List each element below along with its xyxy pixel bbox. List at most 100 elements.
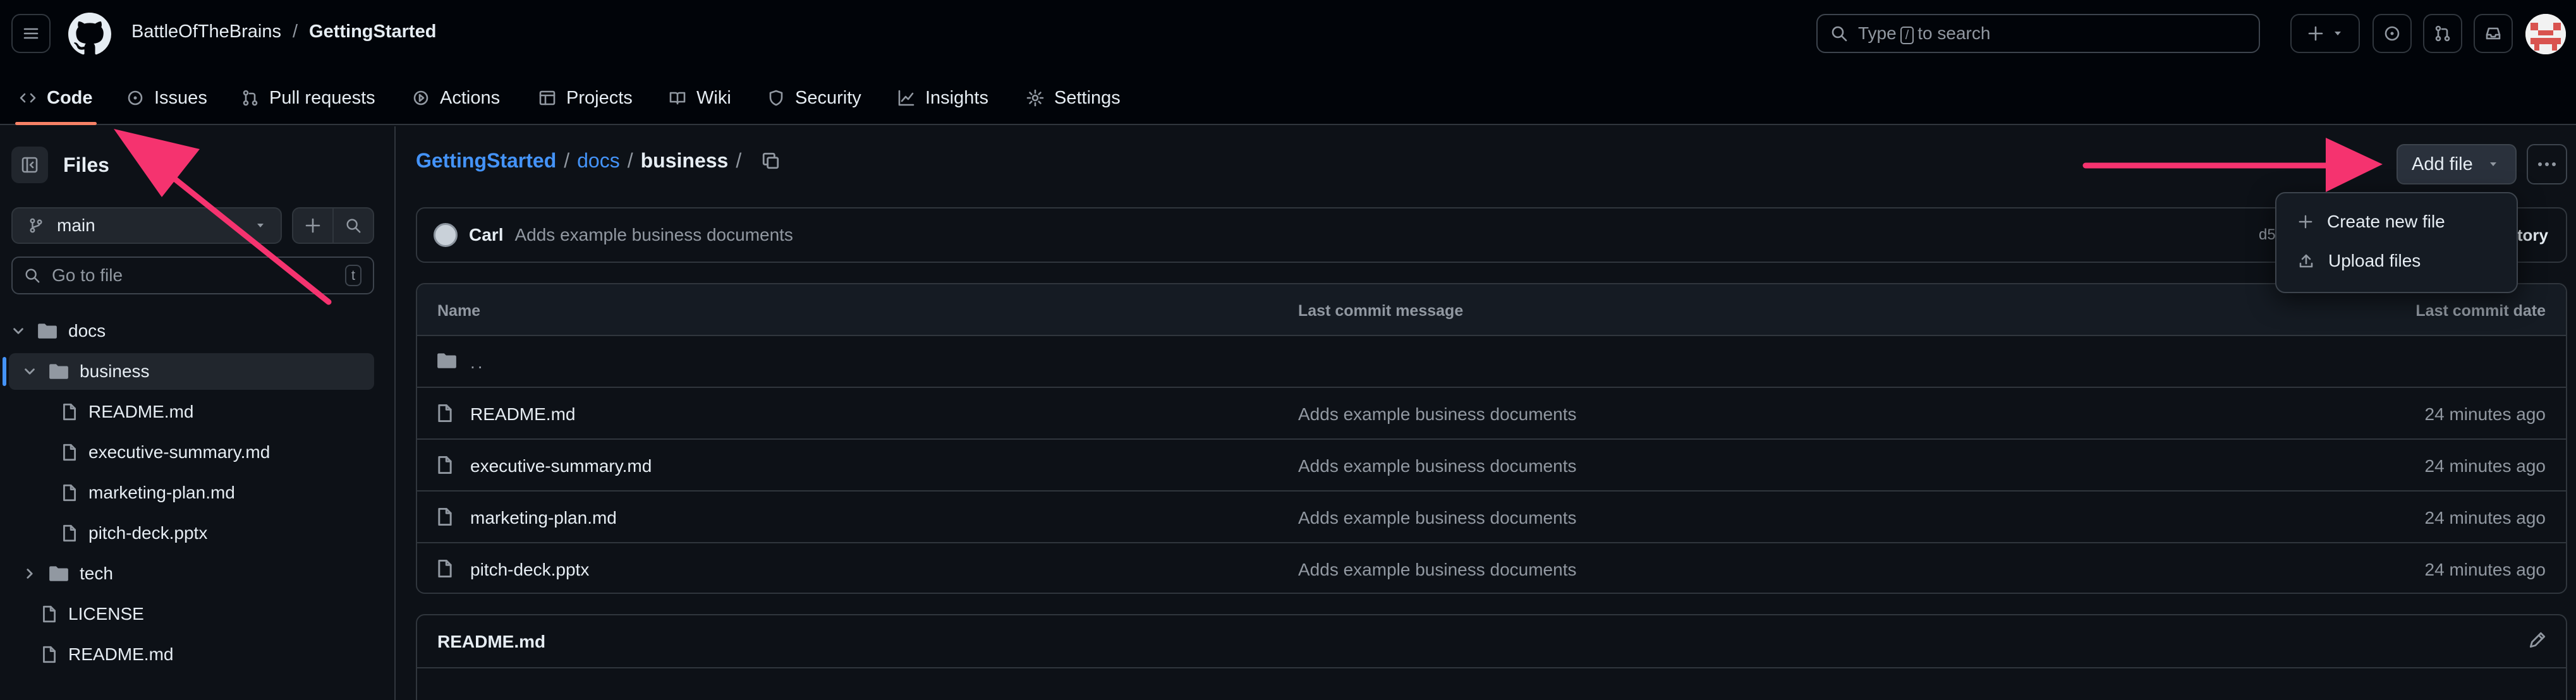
- your-pull-requests-button[interactable]: [2423, 14, 2462, 53]
- tree-item-business-readme[interactable]: README.md: [9, 394, 374, 430]
- parent-directory-label: ..: [470, 353, 485, 372]
- tab-actions[interactable]: Actions: [412, 71, 500, 125]
- menu-icon: [23, 28, 39, 39]
- search-icon: [1832, 26, 1847, 42]
- pencil-icon: [2529, 632, 2546, 648]
- add-file-button[interactable]: Add file: [2397, 144, 2517, 184]
- github-logo-icon[interactable]: [68, 13, 111, 56]
- files-title: Files: [63, 153, 109, 176]
- tree-item-business[interactable]: business: [3, 353, 374, 390]
- tab-code[interactable]: Code: [15, 71, 96, 125]
- your-issues-button[interactable]: [2372, 14, 2412, 53]
- file-icon: [63, 444, 76, 461]
- readme-title[interactable]: README.md: [437, 632, 545, 652]
- file-icon: [63, 484, 76, 502]
- add-file-dropdown-menu: Create new file Upload files: [2275, 192, 2518, 293]
- file-commit-message[interactable]: Adds example business documents: [1298, 560, 1576, 580]
- tree-item-pitch-deck[interactable]: pitch-deck.pptx: [9, 515, 374, 552]
- tree-item-marketing-plan[interactable]: marketing-plan.md: [9, 474, 374, 511]
- table-icon: [539, 90, 556, 106]
- table-row[interactable]: pitch-deck.pptx Adds example business do…: [417, 543, 2566, 593]
- tree-item-label: marketing-plan.md: [88, 483, 235, 502]
- book-icon: [669, 92, 686, 105]
- go-to-file-input[interactable]: Go to file t: [11, 256, 374, 294]
- search-input[interactable]: Type / to search: [1816, 14, 2260, 53]
- file-commit-message[interactable]: Adds example business documents: [1298, 456, 1576, 476]
- tree-item-tech[interactable]: tech: [9, 555, 374, 592]
- commit-hash[interactable]: d5: [2259, 226, 2276, 244]
- file-name-link[interactable]: README.md: [470, 404, 575, 425]
- file-icon: [43, 605, 56, 623]
- branch-selector-button[interactable]: main: [11, 207, 282, 244]
- folder-open-icon: [49, 364, 68, 379]
- column-date: Last commit date: [2415, 302, 2546, 320]
- file-commit-message[interactable]: Adds example business documents: [1298, 508, 1576, 528]
- collapse-sidebar-button[interactable]: [11, 147, 48, 183]
- commit-author[interactable]: Carl: [469, 225, 503, 245]
- more-options-button[interactable]: [2527, 144, 2567, 184]
- file-icon: [63, 524, 76, 542]
- commit-message[interactable]: Adds example business documents: [514, 225, 793, 245]
- edit-readme-button[interactable]: [2528, 631, 2547, 649]
- table-row[interactable]: executive-summary.md Adds example busine…: [417, 440, 2566, 492]
- search-placeholder: Type / to search: [1858, 23, 1991, 44]
- tab-issues[interactable]: Issues: [126, 71, 207, 125]
- table-row[interactable]: README.md Adds example business document…: [417, 388, 2566, 440]
- pull-request-icon: [243, 90, 258, 106]
- table-row[interactable]: marketing-plan.md Adds example business …: [417, 492, 2566, 543]
- file-commit-message[interactable]: Adds example business documents: [1298, 404, 1576, 425]
- shortcut-key: t: [344, 265, 361, 286]
- tree-item-label: pitch-deck.pptx: [88, 523, 208, 543]
- file-path-breadcrumb: GettingStarted / docs / business /: [416, 149, 781, 172]
- tree-item-docs[interactable]: docs: [9, 313, 374, 349]
- tab-insights[interactable]: Insights: [897, 71, 988, 125]
- files-header: Files: [11, 147, 109, 183]
- file-name-link[interactable]: pitch-deck.pptx: [470, 560, 589, 580]
- path-current: business: [640, 149, 729, 172]
- tree-item-label: business: [80, 361, 150, 381]
- tree-actions: [292, 207, 374, 244]
- repo-name-link[interactable]: GettingStarted: [309, 21, 436, 42]
- tab-wiki[interactable]: Wiki: [669, 71, 731, 125]
- tab-settings[interactable]: Settings: [1026, 71, 1121, 125]
- shield-icon: [769, 90, 783, 106]
- tree-item-label: tech: [80, 564, 113, 583]
- folder-icon: [437, 353, 456, 368]
- tree-item-label: executive-summary.md: [88, 442, 270, 462]
- tree-search-button[interactable]: [334, 208, 373, 243]
- tab-projects-label: Projects: [566, 87, 633, 108]
- tree-item-root-readme[interactable]: README.md: [9, 636, 374, 673]
- commit-author-avatar[interactable]: [434, 223, 458, 247]
- tab-security[interactable]: Security: [767, 71, 861, 125]
- tab-projects[interactable]: Projects: [538, 71, 633, 125]
- commit-history-link[interactable]: tory: [2517, 226, 2548, 245]
- file-icon: [438, 559, 452, 578]
- path-root-link[interactable]: GettingStarted: [416, 149, 556, 172]
- file-icon: [43, 646, 56, 663]
- file-name-link[interactable]: executive-summary.md: [470, 456, 652, 476]
- tree-item-executive-summary[interactable]: executive-summary.md: [9, 434, 374, 471]
- repo-owner-link[interactable]: BattleOfTheBrains: [131, 21, 281, 42]
- hamburger-menu-button[interactable]: [11, 14, 51, 53]
- copy-path-button[interactable]: [762, 152, 781, 171]
- tab-pull-requests[interactable]: Pull requests: [241, 71, 375, 125]
- create-new-file-menu-item[interactable]: Create new file: [2283, 202, 2510, 241]
- upload-files-menu-item[interactable]: Upload files: [2283, 241, 2510, 281]
- parent-directory-row[interactable]: ..: [417, 336, 2566, 388]
- tree-add-file-button[interactable]: [293, 208, 334, 243]
- path-docs-link[interactable]: docs: [577, 149, 620, 172]
- file-name-link[interactable]: marketing-plan.md: [470, 508, 617, 528]
- file-commit-date: 24 minutes ago: [2424, 560, 2546, 579]
- branch-icon: [30, 218, 42, 233]
- breadcrumb-separator: /: [292, 21, 298, 42]
- plus-icon: [2299, 215, 2312, 229]
- repo-tabs: Code Issues Pull requests Actions Projec…: [0, 71, 2576, 125]
- tree-item-license[interactable]: LICENSE: [9, 596, 374, 632]
- file-tree-sidebar: Files main Go to file t docs business RE…: [0, 126, 396, 700]
- tab-actions-label: Actions: [440, 87, 501, 108]
- create-new-button[interactable]: [2290, 14, 2360, 53]
- user-avatar[interactable]: [2525, 14, 2566, 54]
- gear-icon: [1026, 89, 1044, 107]
- notifications-button[interactable]: [2474, 14, 2513, 53]
- code-icon: [20, 93, 36, 103]
